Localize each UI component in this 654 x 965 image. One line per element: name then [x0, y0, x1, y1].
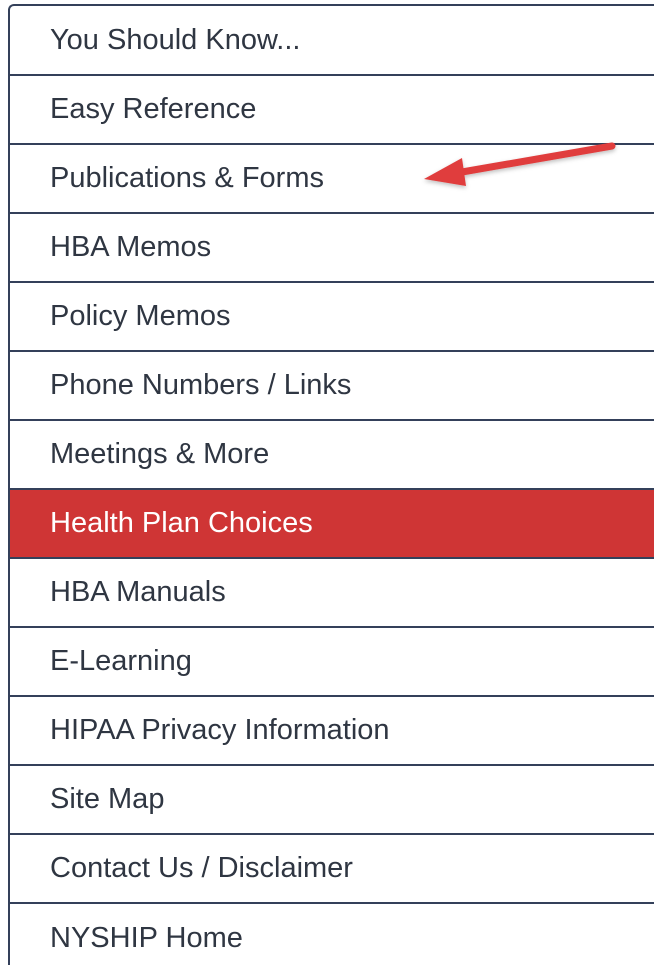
- nav-item-label: Policy Memos: [50, 300, 231, 332]
- nav-item-label: HBA Manuals: [50, 576, 226, 608]
- nav-item-label: Easy Reference: [50, 93, 257, 125]
- nav-item-publications-forms[interactable]: Publications & Forms: [10, 145, 654, 214]
- nav-item-hipaa-privacy-information[interactable]: HIPAA Privacy Information: [10, 697, 654, 766]
- nav-item-hba-memos[interactable]: HBA Memos: [10, 214, 654, 283]
- nav-item-label: Publications & Forms: [50, 162, 324, 194]
- nav-item-site-map[interactable]: Site Map: [10, 766, 654, 835]
- nav-item-label: E-Learning: [50, 645, 192, 677]
- nav-item-health-plan-choices[interactable]: Health Plan Choices: [10, 490, 654, 559]
- nav-item-label: Contact Us / Disclaimer: [50, 852, 353, 884]
- nav-item-label: Phone Numbers / Links: [50, 369, 352, 401]
- nav-item-label: NYSHIP Home: [50, 922, 243, 954]
- side-navigation-menu: You Should Know... Easy Reference Public…: [8, 4, 654, 965]
- nav-item-label: HBA Memos: [50, 231, 212, 263]
- nav-item-nyship-home[interactable]: NYSHIP Home: [10, 904, 654, 965]
- nav-item-phone-numbers-links[interactable]: Phone Numbers / Links: [10, 352, 654, 421]
- nav-item-e-learning[interactable]: E-Learning: [10, 628, 654, 697]
- nav-item-label: HIPAA Privacy Information: [50, 714, 390, 746]
- nav-item-easy-reference[interactable]: Easy Reference: [10, 76, 654, 145]
- nav-item-label: You Should Know...: [50, 23, 301, 56]
- nav-item-label: Health Plan Choices: [50, 507, 313, 539]
- nav-item-meetings-more[interactable]: Meetings & More: [10, 421, 654, 490]
- nav-item-label: Site Map: [50, 783, 165, 815]
- nav-item-you-should-know[interactable]: You Should Know...: [10, 6, 654, 76]
- nav-item-contact-us-disclaimer[interactable]: Contact Us / Disclaimer: [10, 835, 654, 904]
- nav-item-hba-manuals[interactable]: HBA Manuals: [10, 559, 654, 628]
- nav-item-policy-memos[interactable]: Policy Memos: [10, 283, 654, 352]
- nav-item-label: Meetings & More: [50, 438, 270, 470]
